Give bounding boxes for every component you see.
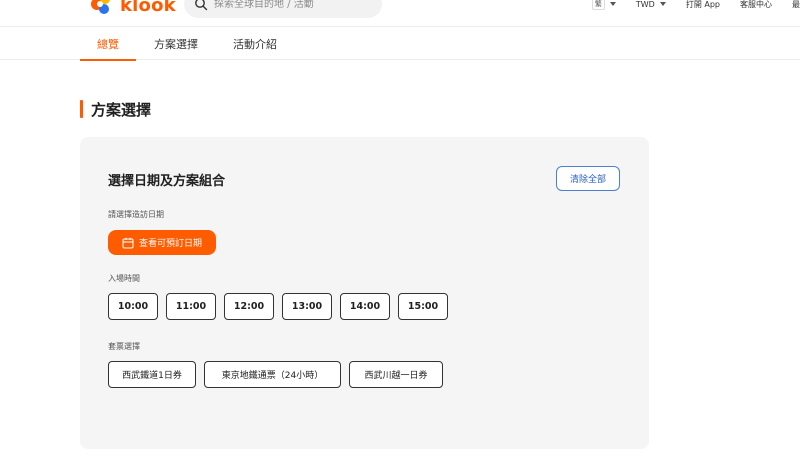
package-option[interactable]: 東京地鐵通票（24小時） [204, 361, 341, 388]
klook-logo[interactable]: klook [90, 0, 176, 17]
time-option[interactable]: 12:00 [224, 293, 274, 320]
time-option[interactable]: 14:00 [340, 293, 390, 320]
panel-title: 選擇日期及方案組合 [108, 174, 226, 189]
tab-bar: 總覽 方案選擇 活動介紹 [0, 27, 800, 61]
chevron-down-icon [609, 2, 616, 6]
currency-label: TWD [635, 0, 655, 9]
package-option[interactable]: 西武川越一日券 [349, 361, 443, 388]
time-options: 10:00 11:00 12:00 13:00 14:00 15:00 [108, 293, 456, 320]
recent-link[interactable]: 最近 [792, 0, 800, 10]
entry-time-label: 入場時間 [108, 274, 140, 283]
plan-selection-panel: 選擇日期及方案組合 清除全部 請選擇造訪日期 查看可預訂日期 入場時間 10:0… [80, 137, 649, 449]
package-label: 套票選擇 [108, 342, 140, 351]
section-accent-bar [80, 100, 83, 118]
open-app-link[interactable]: 打開 App [686, 0, 720, 10]
package-option[interactable]: 西武鐵道1日券 [108, 361, 196, 388]
view-dates-label: 查看可預訂日期 [138, 239, 202, 249]
chevron-down-icon [659, 2, 666, 6]
top-header: klook 繁 TWD 打開 App 客服中心 最近 [0, 0, 800, 27]
section-heading: 方案選擇 [80, 99, 151, 119]
clear-all-button[interactable]: 清除全部 [556, 166, 620, 191]
customer-service-link[interactable]: 客服中心 [740, 0, 772, 10]
package-options: 西武鐵道1日券 東京地鐵通票（24小時） 西武川越一日券 [108, 361, 451, 388]
time-option[interactable]: 15:00 [398, 293, 448, 320]
tab-plan-selection[interactable]: 方案選擇 [146, 27, 206, 60]
page: klook 繁 TWD 打開 App 客服中心 最近 總覽 方案選擇 [0, 0, 800, 450]
search-icon [195, 0, 208, 11]
currency-selector[interactable]: TWD [636, 0, 666, 9]
time-option[interactable]: 10:00 [108, 293, 158, 320]
tab-activity-intro[interactable]: 活動介紹 [224, 27, 286, 60]
search-input[interactable] [214, 0, 374, 10]
section-title: 方案選擇 [91, 100, 152, 119]
language-selector[interactable]: 繁 [591, 0, 616, 10]
calendar-icon [122, 237, 134, 249]
search-bar[interactable] [184, 0, 382, 18]
header-nav: 繁 TWD 打開 App 客服中心 最近 [572, 0, 800, 10]
language-badge: 繁 [591, 0, 605, 10]
date-label: 請選擇造訪日期 [108, 210, 164, 219]
view-available-dates-button[interactable]: 查看可預訂日期 [108, 230, 216, 255]
time-option[interactable]: 13:00 [282, 293, 332, 320]
klook-logo-icon [91, 0, 110, 14]
time-option[interactable]: 11:00 [166, 293, 216, 320]
tab-overview[interactable]: 總覽 [80, 27, 136, 61]
logo-text: klook [120, 0, 176, 16]
